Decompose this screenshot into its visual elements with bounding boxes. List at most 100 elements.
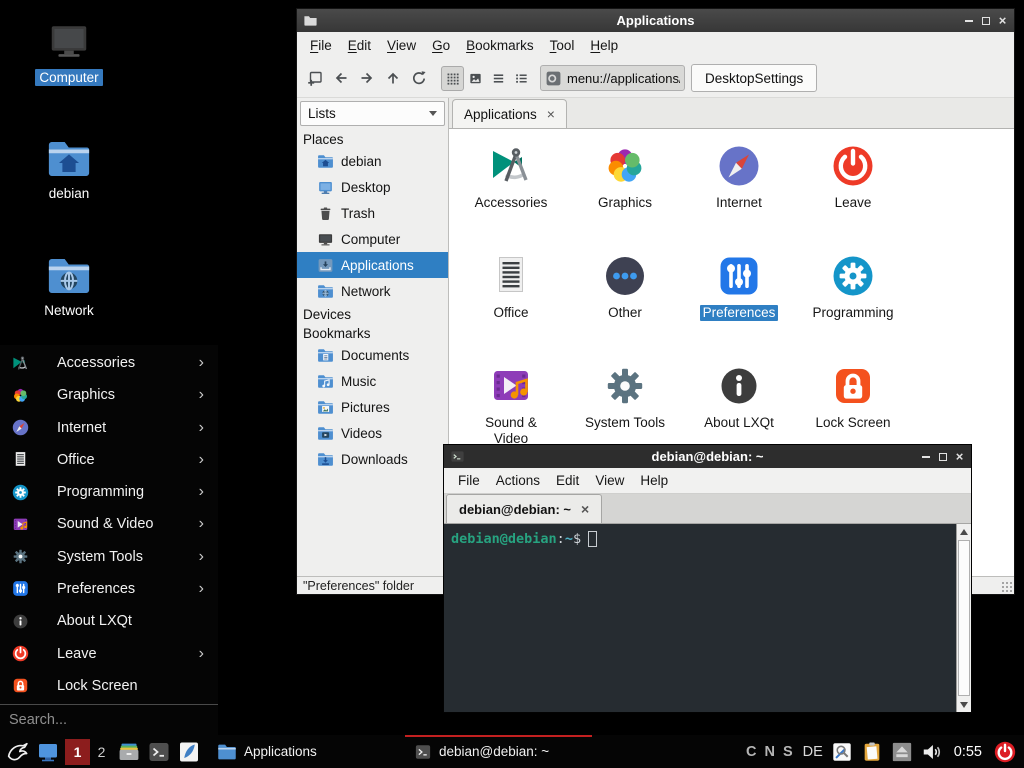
sidebar-item-label: Music [341,374,376,389]
menu-item-office[interactable]: Office› [0,444,218,476]
desktop-icon-network[interactable]: Network [21,253,117,319]
fm-menu-edit[interactable]: Edit [340,38,379,53]
sidebar-item-documents[interactable]: Documents [297,342,448,368]
folder-globe-icon [46,253,92,299]
menu-item-internet[interactable]: Internet› [0,412,218,444]
sidebar-item-pictures[interactable]: Pictures [297,394,448,420]
reload-button[interactable] [406,66,432,91]
start-menu-button[interactable] [5,739,30,764]
compact-view-button[interactable] [487,66,510,91]
fm-titlebar[interactable]: Applications × [297,9,1014,32]
keyboard-layout[interactable]: DE [803,744,823,760]
tab-close-icon[interactable]: × [547,107,555,121]
terminal-menu-help[interactable]: Help [632,473,676,488]
terminal-scrollbar[interactable] [956,524,971,712]
close-button[interactable]: × [951,445,968,468]
close-button[interactable]: × [994,9,1011,32]
fm-menu-bookmarks[interactable]: Bookmarks [458,38,542,53]
app-category-other[interactable]: Other [568,246,682,356]
sidebar-item-music[interactable]: Music [297,368,448,394]
terminal-menu-actions[interactable]: Actions [488,473,548,488]
minimize-button[interactable] [917,445,934,468]
app-category-preferences[interactable]: Preferences [682,246,796,356]
editor-launcher[interactable] [176,739,201,764]
icon-view-button[interactable] [441,66,464,91]
taskbar-task-applications[interactable]: Applications [210,735,393,768]
sidebar-item-videos[interactable]: Videos [297,420,448,446]
show-desktop-button[interactable] [35,739,60,764]
fm-menu-go[interactable]: Go [424,38,458,53]
applications-icon [317,257,334,274]
app-category-graphics[interactable]: Graphics [568,136,682,246]
terminal-menu-edit[interactable]: Edit [548,473,587,488]
minimize-button[interactable] [960,9,977,32]
clock[interactable]: 0:55 [954,744,982,760]
back-button[interactable] [328,66,354,91]
sidebar-item-network[interactable]: Network [297,278,448,304]
terminal-menu-file[interactable]: File [450,473,488,488]
menu-item-system-tools[interactable]: System Tools› [0,541,218,573]
taskbar-task-debian-debian[interactable]: debian@debian: ~ [407,735,590,768]
menu-item-label: Lock Screen [57,678,207,694]
fm-tab-applications[interactable]: Applications × [452,99,567,128]
keyboard-indicator[interactable]: C N S [746,744,795,760]
workspace-2-button[interactable]: 2 [93,739,110,765]
menu-item-programming[interactable]: Programming› [0,476,218,508]
sidebar-item-applications[interactable]: Applications [297,252,448,278]
sidebar-item-computer[interactable]: Computer [297,226,448,252]
menu-item-accessories[interactable]: Accessories› [0,347,218,379]
volume-icon[interactable] [921,741,943,763]
app-category-office[interactable]: Office [454,246,568,356]
removable-media-icon[interactable] [891,741,913,763]
maximize-button[interactable] [934,445,951,468]
desktop-icon-computer[interactable]: Computer [21,20,117,86]
app-category-accessories[interactable]: Accessories [454,136,568,246]
screenshot-tray-icon[interactable] [831,741,853,763]
menu-item-graphics[interactable]: Graphics› [0,379,218,411]
sidebar-item-desktop[interactable]: Desktop [297,174,448,200]
submenu-chevron-icon: › [199,645,204,663]
fm-address-bar[interactable]: menu://applications/ [540,65,685,91]
app-category-internet[interactable]: Internet [682,136,796,246]
maximize-button[interactable] [977,9,994,32]
fm-menu-help[interactable]: Help [582,38,626,53]
terminal-screen[interactable]: debian@debian:~$ [444,524,971,712]
menu-item-preferences[interactable]: Preferences› [0,573,218,605]
clipboard-tray-icon[interactable] [861,741,883,763]
scrollbar-thumb[interactable] [958,540,970,696]
menu-item-sound-video[interactable]: Sound & Video› [0,508,218,540]
sidebar-item-debian[interactable]: debian [297,148,448,174]
file-manager-launcher[interactable] [116,739,141,764]
up-button[interactable] [380,66,406,91]
workspace-1-button[interactable]: 1 [65,739,90,765]
thumbnail-view-button[interactable] [464,66,487,91]
forward-button[interactable] [354,66,380,91]
fm-menu-file[interactable]: File [302,38,340,53]
power-button[interactable] [993,740,1017,764]
sidebar-mode-select[interactable]: Lists [300,101,445,126]
detailed-view-button[interactable] [510,66,533,91]
desktop[interactable]: ComputerdebianNetwork Accessories›Graphi… [0,0,1024,768]
terminal-menu-view[interactable]: View [587,473,632,488]
app-category-programming[interactable]: Programming [796,246,910,356]
terminal-launcher[interactable] [146,739,171,764]
fm-menu-tool[interactable]: Tool [542,38,583,53]
new-tab-button[interactable] [302,66,328,91]
menu-search-input[interactable]: Search... [0,704,218,735]
scroll-up-icon[interactable] [957,524,971,539]
menu-item-about-lxqt[interactable]: About LXQt [0,605,218,637]
resize-grip[interactable] [1001,581,1012,592]
sidebar-item-downloads[interactable]: Downloads [297,446,448,472]
desktop-settings-button[interactable]: DesktopSettings [691,64,817,92]
sidebar-item-trash[interactable]: Trash [297,200,448,226]
menu-item-lock-screen[interactable]: Lock Screen [0,670,218,702]
fm-menu-view[interactable]: View [379,38,424,53]
folder-home-icon [46,136,92,182]
app-category-leave[interactable]: Leave [796,136,910,246]
terminal-titlebar[interactable]: debian@debian: ~ × [444,445,971,468]
tab-close-icon[interactable]: × [581,502,589,516]
desktop-icon-debian[interactable]: debian [21,136,117,202]
scroll-down-icon[interactable] [957,697,971,712]
menu-item-leave[interactable]: Leave› [0,637,218,669]
terminal-tab[interactable]: debian@debian: ~ × [446,494,602,523]
